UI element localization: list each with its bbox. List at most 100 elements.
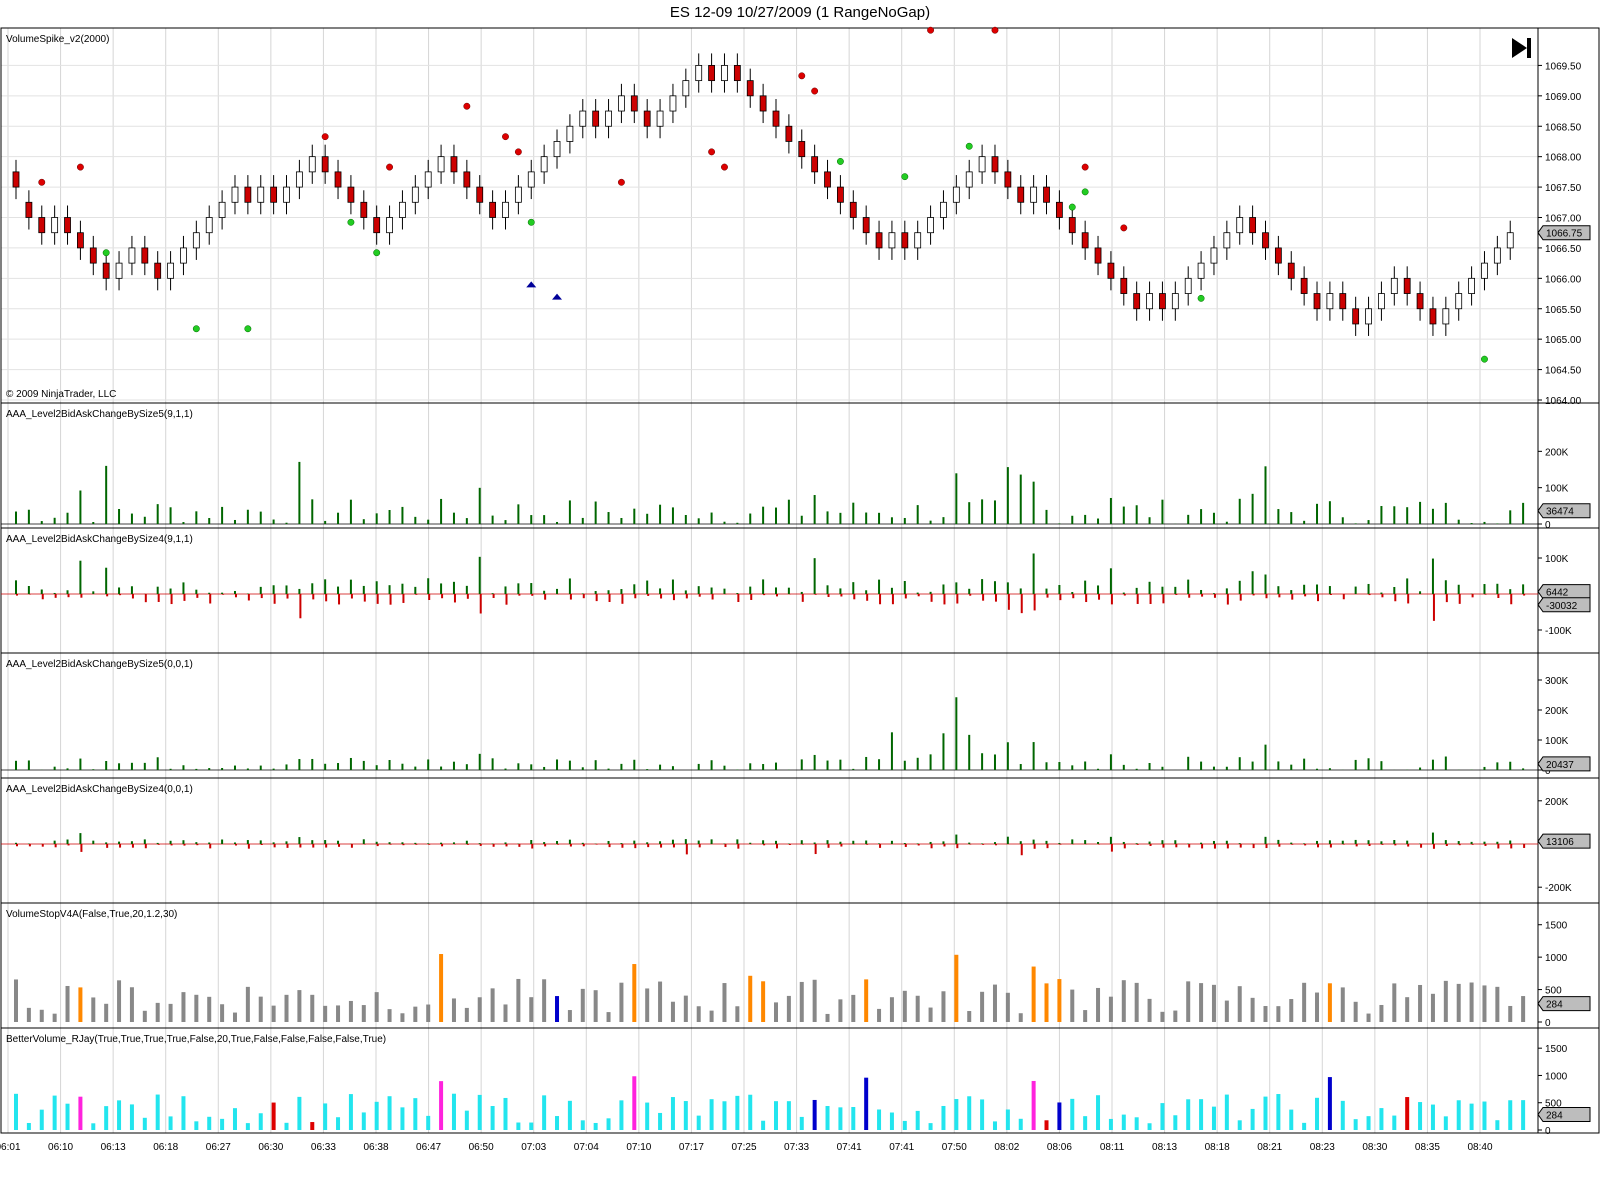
y-tick-label: 1066.50 bbox=[1545, 244, 1582, 255]
volume-bar bbox=[1405, 1097, 1410, 1130]
candle-body bbox=[1468, 277, 1475, 294]
volume-bar bbox=[1521, 996, 1526, 1022]
volume-bar bbox=[709, 1010, 714, 1022]
volume-bar bbox=[761, 981, 766, 1022]
candle-body bbox=[1030, 186, 1038, 203]
volume-bar bbox=[65, 985, 70, 1022]
value-tag-label: 13106 bbox=[1546, 837, 1574, 848]
candle-body bbox=[1159, 293, 1166, 310]
y-tick-label: 0 bbox=[1545, 520, 1551, 531]
y-tick-label: 1064.50 bbox=[1545, 366, 1582, 377]
volume-bar bbox=[52, 1013, 57, 1022]
volume-bar bbox=[992, 1121, 997, 1130]
x-tick-label: 08:02 bbox=[994, 1142, 1019, 1153]
value-tag-label: 284 bbox=[1546, 1111, 1563, 1122]
candle-body bbox=[386, 217, 393, 234]
grid-lines bbox=[1, 28, 1538, 1133]
volume-bar bbox=[915, 1110, 920, 1130]
candle-body bbox=[1262, 232, 1269, 249]
candle-body bbox=[334, 171, 342, 188]
volume-bar bbox=[1070, 989, 1075, 1022]
candle-body bbox=[347, 186, 355, 203]
volume-bar bbox=[387, 1096, 392, 1130]
volume-bar bbox=[91, 997, 96, 1022]
volume-bar bbox=[117, 980, 122, 1022]
value-tag-label: 284 bbox=[1546, 1000, 1563, 1011]
candle-body bbox=[579, 110, 587, 127]
volume-bar bbox=[877, 1109, 882, 1130]
volume-bar bbox=[400, 1013, 405, 1022]
x-tick-label: 08:13 bbox=[1152, 1142, 1177, 1153]
skip-to-end-icon[interactable] bbox=[1512, 38, 1531, 58]
candle-body bbox=[1055, 201, 1063, 218]
y-tick-label: 200K bbox=[1545, 447, 1569, 458]
panel-frame bbox=[0, 402, 1600, 529]
volume-bar bbox=[310, 1122, 315, 1130]
volume-bar bbox=[387, 1009, 392, 1022]
candle-body bbox=[1133, 293, 1141, 310]
volume-bar bbox=[168, 1116, 173, 1130]
volume-bar bbox=[1237, 1120, 1242, 1130]
y-tick-label: 100K bbox=[1545, 554, 1569, 565]
candle-body bbox=[476, 186, 484, 203]
volume-bar bbox=[1482, 985, 1487, 1022]
candle-body bbox=[489, 201, 497, 218]
candle-body bbox=[1171, 293, 1179, 310]
volume-bar bbox=[1108, 996, 1113, 1022]
volume-bar bbox=[606, 1012, 611, 1022]
candle-body bbox=[888, 232, 896, 249]
volume-bar bbox=[194, 994, 199, 1022]
volume-bar bbox=[645, 1102, 650, 1130]
volume-bar bbox=[413, 1098, 418, 1130]
volume-bar bbox=[1276, 1094, 1281, 1130]
panel-label: AAA_Level2BidAskChangeBySize5(0,0,1) bbox=[6, 659, 193, 670]
volume-bar bbox=[812, 979, 817, 1022]
signal-dot-green bbox=[1481, 355, 1488, 363]
volume-bar bbox=[1289, 1109, 1294, 1130]
volume-bar bbox=[297, 1096, 302, 1130]
volume-bar bbox=[78, 1096, 83, 1130]
volume-bar bbox=[1508, 1100, 1513, 1130]
volume-bar bbox=[529, 1122, 534, 1130]
volume-bar bbox=[580, 1120, 585, 1130]
volume-bar bbox=[1083, 1010, 1088, 1022]
signal-dot-green bbox=[1068, 203, 1076, 211]
y-tick-label: 1068.50 bbox=[1545, 122, 1582, 133]
volume-bar bbox=[26, 1007, 31, 1022]
volume-bar bbox=[426, 1004, 431, 1022]
x-tick-label: 07:33 bbox=[784, 1142, 809, 1153]
candle-body bbox=[283, 186, 290, 203]
volume-bar bbox=[1121, 980, 1126, 1022]
volume-bar bbox=[722, 1101, 727, 1130]
candle-body bbox=[399, 201, 406, 218]
signal-dot-green bbox=[244, 325, 252, 333]
volume-bar bbox=[722, 983, 727, 1022]
volume-bar bbox=[670, 1001, 675, 1022]
y-tick-label: 1066.00 bbox=[1545, 274, 1582, 285]
y-tick-label: 1069.00 bbox=[1545, 92, 1582, 103]
volume-bar bbox=[451, 998, 456, 1022]
x-tick-label: 07:10 bbox=[626, 1142, 651, 1153]
volume-bar bbox=[1083, 1116, 1088, 1130]
volume-bar bbox=[207, 996, 212, 1022]
x-tick-label: 06:38 bbox=[363, 1142, 388, 1153]
volume-bar bbox=[1108, 1118, 1113, 1130]
candle-body bbox=[746, 80, 754, 97]
volume-bar bbox=[181, 992, 186, 1022]
signal-dot-green bbox=[965, 142, 973, 150]
volume-bar bbox=[39, 1109, 44, 1130]
x-tick-label: 08:21 bbox=[1257, 1142, 1282, 1153]
candle-body bbox=[192, 232, 200, 249]
volume-bar bbox=[1456, 983, 1461, 1022]
volume-bar bbox=[477, 997, 482, 1022]
volume-bar bbox=[1508, 1005, 1513, 1022]
candle-body bbox=[669, 95, 677, 112]
candle-body bbox=[25, 201, 33, 218]
volume-bar bbox=[65, 1103, 70, 1130]
volume-bar bbox=[1250, 1108, 1255, 1130]
signal-dot-red bbox=[321, 133, 329, 141]
volume-bar bbox=[1096, 987, 1101, 1022]
chart-canvas[interactable]: VolumeSpike_v2(2000) AAA_Level2BidAskChan… bbox=[0, 0, 1600, 1177]
volume-bar bbox=[464, 1110, 469, 1130]
candle-body bbox=[77, 232, 84, 249]
